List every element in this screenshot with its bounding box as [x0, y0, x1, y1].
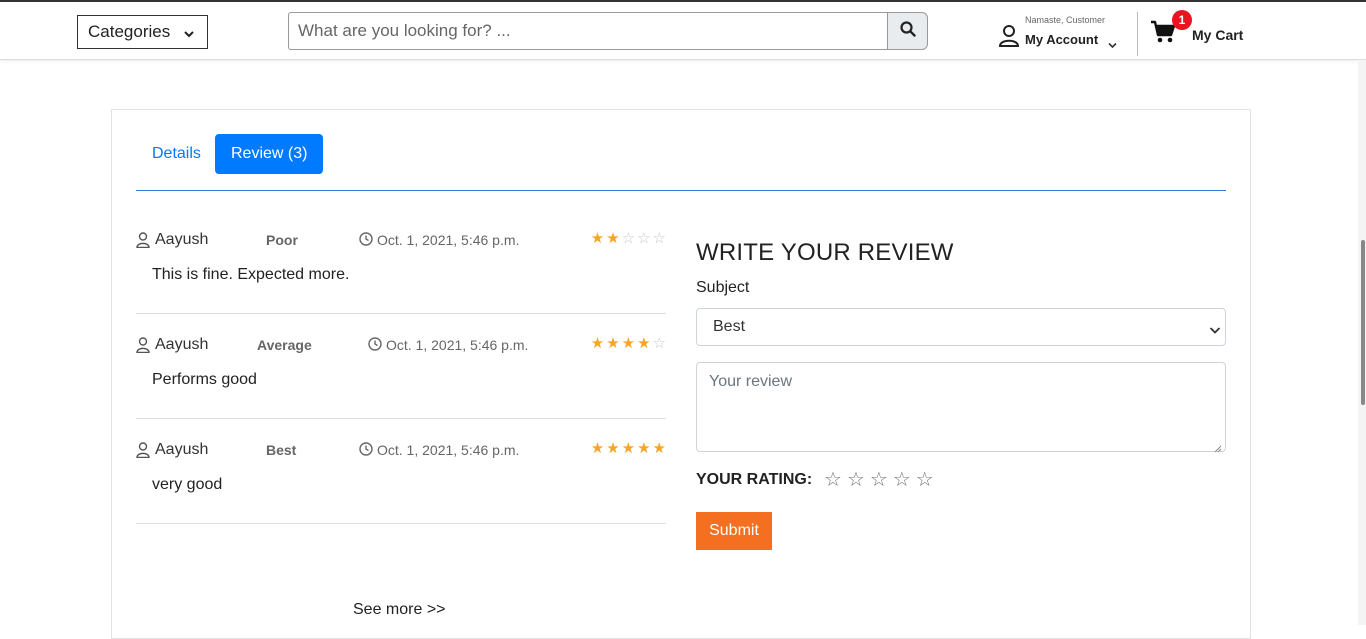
star-empty-icon: ☆ — [652, 230, 666, 247]
star-filled-icon: ★ — [652, 440, 666, 457]
star-filled-icon: ★ — [621, 440, 636, 457]
review-text: Performs good — [152, 371, 257, 388]
star-filled-icon: ★ — [606, 335, 620, 352]
my-account-menu[interactable]: Namaste, Customer My Account — [998, 13, 1121, 54]
chevron-down-icon — [183, 25, 195, 45]
review-textarea[interactable] — [696, 362, 1226, 452]
tab-underline — [136, 190, 1226, 191]
submit-button[interactable]: Submit — [696, 512, 772, 550]
review-date: Oct. 1, 2021, 5:46 p.m. — [377, 442, 520, 458]
clock-icon — [359, 232, 373, 251]
see-more-link[interactable]: See more >> — [353, 601, 446, 619]
review-item: Aayush Best Oct. 1, 2021, 5:46 p.m. ★ ★ ★ ★… — [136, 419, 666, 524]
review-subject: Average — [257, 337, 312, 353]
cart-label: My Cart — [1192, 27, 1244, 43]
star-5-icon[interactable]: ☆ — [916, 470, 934, 490]
star-1-icon[interactable]: ☆ — [824, 470, 842, 490]
star-filled-icon: ★ — [590, 230, 605, 247]
review-rating-stars: ★ ★ ★ ★ ★ — [591, 441, 666, 456]
review-author: Aayush — [155, 336, 209, 353]
search-icon — [899, 20, 916, 42]
header-divider — [1137, 12, 1138, 56]
user-icon — [136, 232, 150, 253]
rating-input-stars: ☆ ☆ ☆ ☆ ☆ — [824, 470, 934, 490]
account-greeting: Namaste, Customer — [1025, 15, 1106, 25]
subject-label: Subject — [696, 279, 750, 296]
your-rating-label: YOUR RATING: — [696, 471, 813, 488]
page-scrollbar-thumb[interactable] — [1361, 240, 1365, 405]
review-item: Aayush Poor Oct. 1, 2021, 5:46 p.m. ★ ★ ☆ ☆… — [136, 209, 666, 314]
star-filled-icon: ★ — [606, 440, 620, 457]
search-bar — [288, 12, 928, 50]
categories-dropdown[interactable]: Categories — [77, 15, 208, 49]
star-filled-icon: ★ — [621, 335, 636, 352]
review-rating-stars: ★ ★ ☆ ☆ ☆ — [591, 231, 666, 246]
user-icon — [136, 337, 150, 358]
product-tabs-card: Details Review (3) Aayush Poor Oct. 1, 2… — [111, 109, 1251, 639]
cart-button[interactable]: 1 My Cart — [1150, 10, 1260, 54]
clock-icon — [359, 442, 373, 461]
write-review-title: WRITE YOUR REVIEW — [696, 239, 954, 266]
search-button[interactable] — [887, 12, 928, 50]
user-icon — [998, 25, 1020, 52]
review-item: Aayush Average Oct. 1, 2021, 5:46 p.m. ★… — [136, 314, 666, 419]
star-3-icon[interactable]: ☆ — [870, 470, 888, 490]
review-text: very good — [152, 476, 223, 493]
star-filled-icon: ★ — [637, 440, 651, 457]
review-rating-stars: ★ ★ ★ ★ ☆ — [591, 336, 666, 351]
star-filled-icon: ★ — [606, 230, 620, 247]
star-empty-icon: ☆ — [637, 230, 651, 247]
review-author: Aayush — [155, 231, 209, 248]
star-filled-icon: ★ — [590, 335, 605, 352]
top-navbar: Categories Namaste, Customer My Account … — [0, 0, 1366, 60]
review-subject: Poor — [266, 232, 298, 248]
tab-details[interactable]: Details — [136, 134, 217, 174]
subject-select[interactable]: Best — [696, 308, 1226, 346]
user-icon — [136, 442, 150, 463]
review-subject: Best — [266, 442, 297, 458]
review-date: Oct. 1, 2021, 5:46 p.m. — [386, 337, 529, 353]
star-filled-icon: ★ — [590, 440, 605, 457]
resize-grip-icon[interactable] — [1214, 440, 1222, 458]
account-label: My Account — [1025, 32, 1099, 47]
chevron-down-icon — [1209, 322, 1221, 340]
search-input[interactable] — [288, 12, 887, 50]
star-filled-icon: ★ — [637, 335, 651, 352]
clock-icon — [368, 337, 382, 356]
star-empty-icon: ☆ — [652, 335, 666, 352]
subject-selected-value: Best — [713, 318, 746, 335]
review-text: This is fine. Expected more. — [152, 266, 350, 283]
star-4-icon[interactable]: ☆ — [893, 470, 911, 490]
cart-count-badge: 1 — [1172, 10, 1192, 30]
chevron-down-icon — [1108, 36, 1117, 54]
review-author: Aayush — [155, 441, 209, 458]
tab-review[interactable]: Review (3) — [215, 134, 324, 174]
review-date: Oct. 1, 2021, 5:46 p.m. — [377, 232, 520, 248]
categories-label: Categories — [88, 22, 171, 41]
star-empty-icon: ☆ — [621, 230, 636, 247]
star-2-icon[interactable]: ☆ — [847, 470, 865, 490]
